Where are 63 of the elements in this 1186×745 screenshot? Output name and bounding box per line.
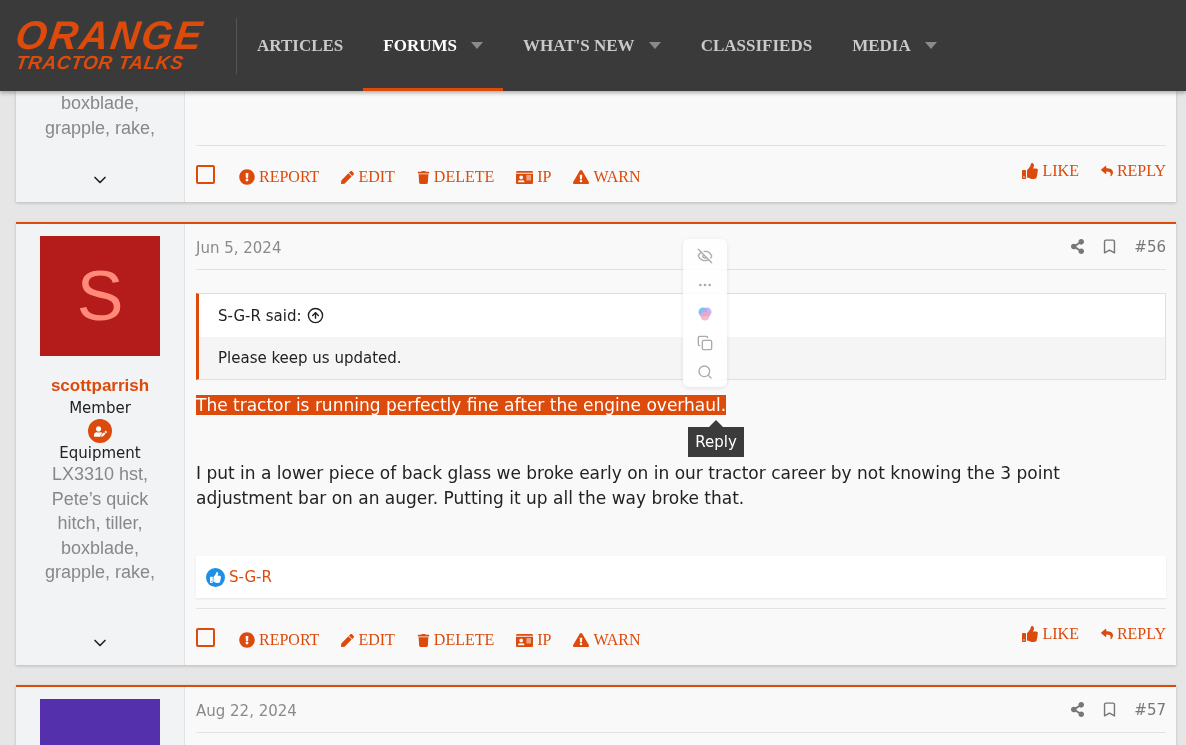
thumbs-up-icon [206, 567, 225, 587]
trash-icon [416, 170, 430, 184]
copy-icon[interactable] [697, 335, 713, 351]
delete-link[interactable]: DELETE [416, 625, 495, 649]
like-link[interactable]: LIKE [1022, 162, 1079, 186]
reactor-link[interactable]: S-G-R [229, 568, 272, 586]
caret-icon[interactable] [648, 42, 661, 49]
select-checkbox[interactable] [196, 627, 215, 647]
delete-link[interactable]: DELETE [416, 162, 495, 186]
equipment-label: Equipment [59, 444, 141, 462]
edit-link[interactable]: EDIT [341, 625, 395, 649]
pencil-icon [341, 633, 355, 647]
equipment-list: boxblade, grapple, rake, [39, 91, 161, 140]
colorful-logo-icon[interactable] [697, 306, 713, 322]
report-icon [239, 632, 255, 648]
avatar[interactable]: S [40, 236, 160, 356]
warn-link[interactable]: WARN [573, 625, 641, 649]
quote-text: Please keep us updated. [199, 337, 1165, 379]
post-text: I put in a lower piece of back glass we broke early on in our tractor career by not knowing the 3 point adjustment bar on an auger. Putting it up all the way broke that. [196, 462, 1061, 510]
nav-tab[interactable]: CLASSIFIEDS [680, 0, 833, 91]
thumbs-up-icon [1022, 626, 1039, 642]
warning-icon [573, 169, 590, 185]
caret-icon[interactable] [471, 42, 483, 49]
ip-link[interactable]: IP [516, 162, 552, 186]
nav-tab[interactable]: MEDIA [832, 0, 957, 91]
reply-link[interactable]: REPLY [1100, 162, 1166, 186]
thumbs-up-icon [1022, 163, 1039, 179]
username[interactable]: scottparrish [50, 376, 150, 396]
edit-link[interactable]: EDIT [341, 162, 395, 186]
report-link[interactable]: REPORT [239, 625, 320, 649]
id-card-icon [516, 168, 534, 186]
equipment-list: LX3310 hst, Pete’s quick hitch, tiller, boxblade, grapple, rake, [39, 462, 161, 585]
warn-link[interactable]: WARN [573, 162, 641, 186]
post-number[interactable]: #57 [1134, 700, 1166, 719]
post-date: Jun 5, 2024 [196, 237, 282, 257]
reply-link[interactable]: REPLY [1100, 625, 1166, 649]
reply-icon [1100, 165, 1113, 177]
id-card-icon [516, 631, 534, 649]
nav-tab[interactable]: WHAT'S NEW [503, 0, 681, 91]
report-link[interactable]: REPORT [239, 162, 320, 186]
select-checkbox[interactable] [196, 164, 215, 184]
caret-icon[interactable] [924, 42, 937, 49]
trash-icon [416, 633, 430, 647]
eye-off-icon[interactable] [697, 248, 713, 264]
site-logo[interactable]: ORANGE TRACTOR TALKS [16, 17, 237, 74]
user-badge-icon [88, 419, 112, 443]
reply-icon [1100, 628, 1113, 640]
post-number[interactable]: #56 [1134, 237, 1166, 256]
report-icon [239, 169, 255, 185]
share-icon[interactable] [1070, 239, 1086, 254]
arrow-up-icon[interactable] [307, 307, 325, 324]
search-icon[interactable] [697, 364, 713, 380]
pencil-icon [341, 170, 355, 184]
nav-tab[interactable]: ARTICLES [237, 0, 364, 91]
warning-icon [573, 632, 590, 648]
share-icon[interactable] [1070, 702, 1086, 717]
post-date: Aug 22, 2024 [196, 700, 297, 720]
user-role: Member [69, 399, 131, 417]
highlighted-text: The tractor is running perfectly fine after the engine overhaul. [196, 395, 727, 415]
ip-link[interactable]: IP [516, 625, 552, 649]
quote-author[interactable]: S-G-R said: [218, 306, 302, 325]
tooltip: Reply [688, 420, 744, 457]
like-link[interactable]: LIKE [1022, 625, 1079, 649]
